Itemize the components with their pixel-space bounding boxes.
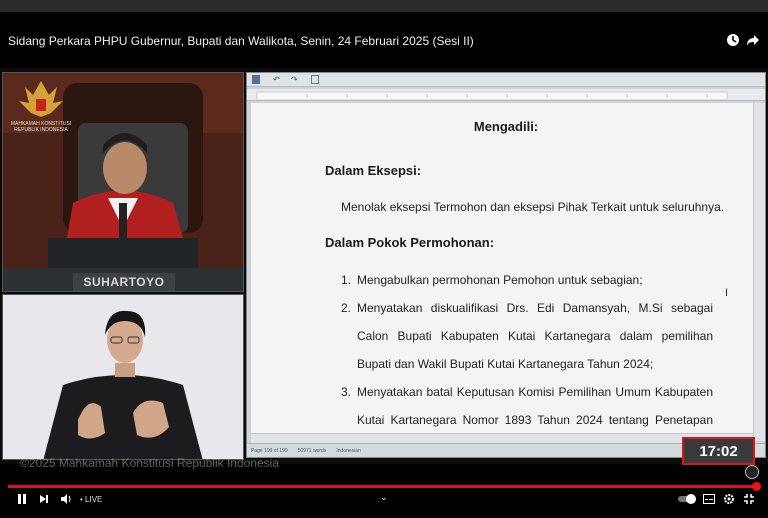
list-item-number: 1. xyxy=(341,273,352,287)
text-cursor-icon: I xyxy=(725,287,729,299)
list-item-text: Mengabulkan permohonan Pemohon untuk seb… xyxy=(357,273,643,287)
pause-icon[interactable] xyxy=(16,492,28,506)
live-label[interactable]: • LIVE xyxy=(80,492,102,506)
word-count: 50971 words xyxy=(297,447,327,454)
court-logo-text: MAHKAMAH KONSTITUSI REPUBLIK INDONESIA xyxy=(10,121,72,133)
settings-icon[interactable] xyxy=(723,492,735,506)
channel-badge-icon xyxy=(745,465,759,479)
speaker-camera-feed: MAHKAMAH KONSTITUSI REPUBLIK INDONESIA S… xyxy=(2,72,244,292)
document-window[interactable]: ↶ ↷ Mengadili: Dalam Eksepsi: Menolak ek… xyxy=(246,72,766,458)
save-icon[interactable] xyxy=(252,75,260,84)
top-strip xyxy=(0,0,768,12)
document-heading: Mengadili: xyxy=(473,119,539,134)
video-title: Sidang Perkara PHPU Gubernur, Bupati dan… xyxy=(8,34,474,48)
countdown-timer: 17:02 xyxy=(682,437,755,465)
list-item-number: 2. xyxy=(341,301,352,315)
list-item-text: Menyatakan diskualifikasi Drs. Edi Daman… xyxy=(357,301,713,371)
redo-icon[interactable]: ↷ xyxy=(291,75,301,84)
page-count: Page 199 of 199 xyxy=(251,447,288,454)
section-eksepsi-text: Menolak eksepsi Termohon dan eksepsi Pih… xyxy=(341,200,725,214)
next-icon[interactable] xyxy=(38,492,50,506)
undo-icon[interactable]: ↶ xyxy=(273,75,283,84)
share-icon[interactable] xyxy=(746,33,760,47)
list-item: 1. Mengabulkan permohonan Pemohon untuk … xyxy=(341,266,713,294)
list-item-number: 3. xyxy=(341,385,352,399)
volume-icon[interactable] xyxy=(60,492,72,506)
document-language[interactable]: Indonesian xyxy=(336,448,360,454)
horizontal-ruler[interactable] xyxy=(247,89,765,101)
interpreter-camera-feed xyxy=(2,294,244,460)
speaker-scene xyxy=(3,73,243,291)
video-header: Sidang Perkara PHPU Gubernur, Bupati dan… xyxy=(0,28,768,54)
section-eksepsi-title: Dalam Eksepsi: xyxy=(325,163,422,178)
player-controls: • LIVE ⌄ xyxy=(0,488,768,508)
print-preview-icon[interactable] xyxy=(311,75,319,84)
list-item: 2. Menyatakan diskualifikasi Drs. Edi Da… xyxy=(341,294,713,378)
section-pokok-title: Dalam Pokok Permohonan: xyxy=(325,235,495,250)
copyright-watermark: ©2025 Mahkamah Konstitusi Republik Indon… xyxy=(20,456,279,470)
chevron-down-icon[interactable]: ⌄ xyxy=(380,490,388,504)
exit-fullscreen-icon[interactable] xyxy=(743,492,755,506)
subtitles-icon[interactable] xyxy=(703,492,715,506)
autoplay-toggle[interactable] xyxy=(678,492,696,506)
speaker-nameplate: SUHARTOYO xyxy=(83,275,165,289)
vertical-scrollbar[interactable] xyxy=(753,103,765,441)
document-toolbar: ↶ ↷ xyxy=(247,73,765,87)
interpreter-scene xyxy=(3,295,243,459)
clock-icon[interactable] xyxy=(726,33,740,47)
